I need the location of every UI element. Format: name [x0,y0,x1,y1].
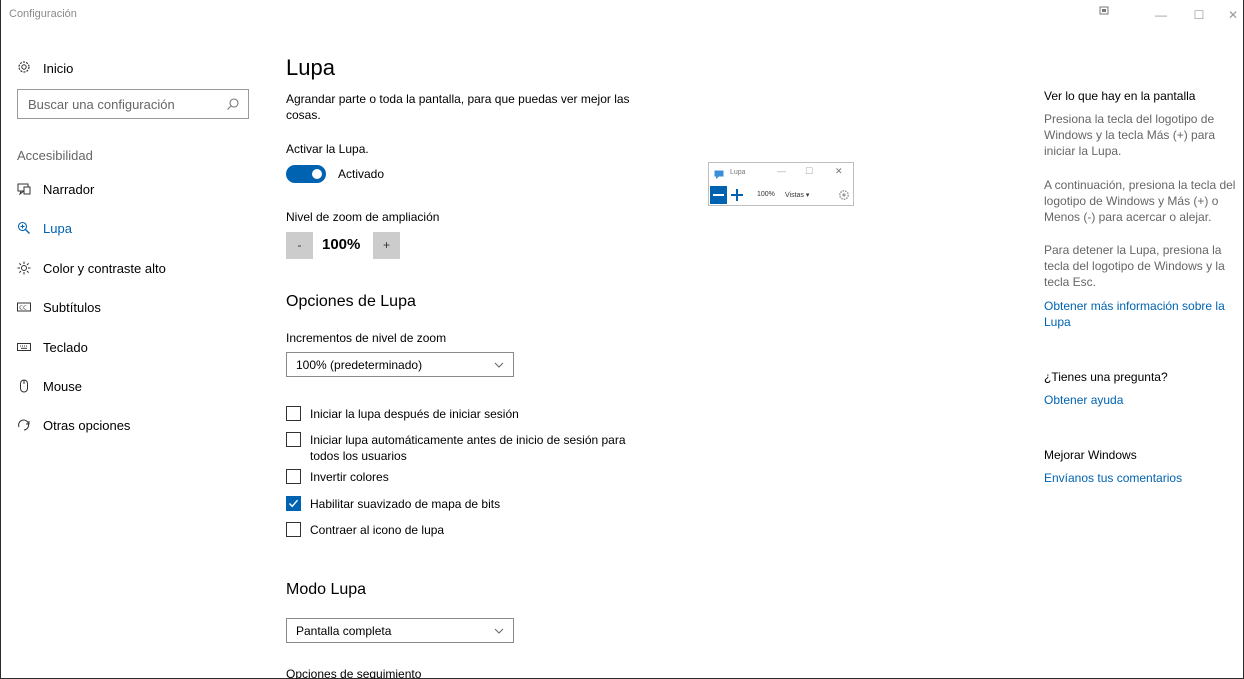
feedback-icon[interactable] [1099,4,1113,18]
sidebar-item-label: Color y contraste alto [43,260,166,276]
chevron-down-icon [493,359,505,371]
mouse-icon [17,379,31,393]
tracking-options-label: Opciones de seguimiento [286,667,422,679]
toggle-state-label: Activado [338,167,385,181]
checkbox-label: Iniciar lupa automáticamente antes de in… [310,433,626,463]
help-paragraph: A continuación, presiona la tecla del lo… [1044,178,1236,224]
nav-home[interactable]: Inicio [17,59,73,77]
checkbox-invert-colors[interactable]: Invertir colores [286,469,650,485]
sidebar-item-label: Otras opciones [43,417,131,433]
learn-more-link[interactable]: Obtener más información sobre la Lupa [1044,298,1242,330]
zoom-level-value: 100% [322,236,361,253]
toggle-knob [312,169,322,179]
chevron-down-icon [493,625,505,637]
closed-captions-icon: CC [17,300,31,314]
magnifier-title: Lupa [730,169,746,176]
sidebar-item-label: Teclado [43,339,88,355]
zoom-level-label: Nivel de zoom de ampliación [286,210,440,224]
get-help-link[interactable]: Obtener ayuda [1044,392,1242,408]
page-description: Agrandar parte o toda la pantalla, para … [286,92,630,122]
keyboard-icon [17,340,31,354]
checkbox-start-after-signin[interactable]: Iniciar la lupa después de iniciar sesió… [286,406,650,422]
settings-window: Configuración — ☐ ✕ Inicio Accesibilidad [0,0,1244,679]
zoom-in-button[interactable]: + [373,232,400,259]
mode-heading: Modo Lupa [286,581,367,598]
search-box[interactable] [17,89,249,119]
brightness-icon [17,261,31,275]
zoom-increments-label: Incrementos de nivel de zoom [286,331,447,345]
checkbox-label: Iniciar la lupa después de iniciar sesió… [310,407,519,421]
checkbox-label: Contraer al icono de lupa [310,523,445,537]
sidebar-item-mouse[interactable]: Mouse [17,376,82,396]
section-label-accessibility: Accesibilidad [17,148,93,163]
minimize-button[interactable]: — [1149,4,1173,26]
zoom-out-button[interactable]: - [286,232,313,259]
checkbox[interactable] [286,469,301,484]
sidebar-item-label: Lupa [43,220,72,236]
svg-text:CC: CC [19,305,27,311]
sidebar: Inicio Accesibilidad Narrador Lupa [1,30,263,679]
checkbox[interactable] [286,432,301,447]
help-paragraph: Para detener la Lupa, presiona la tecla … [1044,243,1225,289]
magnifier-minimize-button[interactable]: — [777,166,786,176]
magnifier-close-button[interactable]: ✕ [835,166,843,177]
sidebar-item-color-contrast[interactable]: Color y contraste alto [17,258,166,278]
magnifier-toggle[interactable] [286,165,326,183]
help-heading-improve: Mejorar Windows [1044,448,1137,462]
magnifier-zoom-value: 100% [757,191,775,198]
checkbox-label: Habilitar suavizado de mapa de bits [310,497,501,511]
sidebar-item-label: Subtítulos [43,299,101,315]
sidebar-item-magnifier[interactable]: Lupa [17,218,72,238]
search-input[interactable] [18,90,208,118]
checkbox[interactable] [286,406,301,421]
sidebar-item-label: Mouse [43,378,83,394]
sidebar-item-other-options[interactable]: Otras opciones [17,415,130,435]
sidebar-item-label: Narrador [43,181,95,197]
magnifier-zoom-in-button[interactable] [729,187,745,203]
maximize-button[interactable]: ☐ [1187,4,1211,26]
title-bar: Configuración — ☐ ✕ [1,0,1244,30]
help-paragraph: Presiona la tecla del logotipo de Window… [1044,112,1216,158]
main-content: Lupa Agrandar parte o toda la pantalla, … [286,30,906,679]
send-feedback-link[interactable]: Envíanos tus comentarios [1044,470,1242,486]
other-options-icon [17,418,31,432]
magnifier-maximize-button[interactable]: ☐ [805,166,813,177]
help-heading-screen: Ver lo que hay en la pantalla [1044,89,1196,103]
checkbox[interactable] [286,522,301,537]
checkbox-checked[interactable] [286,496,301,511]
help-heading-question: ¿Tienes una pregunta? [1044,370,1168,384]
narrator-icon [17,182,31,196]
dropdown-value: Pantalla completa [296,624,392,638]
checkbox-label: Invertir colores [310,470,389,484]
checkmark-icon [288,499,299,508]
dropdown-value: 100% (predeterminado) [296,358,423,372]
zoom-increments-dropdown[interactable]: 100% (predeterminado) [286,352,514,377]
magnifier-views-dropdown[interactable]: Vistas ▾ [785,191,809,199]
sidebar-item-captions[interactable]: CC Subtítulos [17,297,101,317]
gear-icon [17,60,31,77]
sidebar-item-narrator[interactable]: Narrador [17,179,94,199]
options-heading: Opciones de Lupa [286,293,416,310]
magnifier-app-icon [714,167,726,185]
activate-label: Activar la Lupa. [286,142,369,156]
magnifier-toolbar-window[interactable]: Lupa — ☐ ✕ 100% Vistas ▾ [708,162,854,206]
gear-icon[interactable] [838,188,850,200]
sidebar-item-keyboard[interactable]: Teclado [17,337,88,357]
magnifier-icon [17,221,31,235]
window-title: Configuración [9,8,77,20]
search-icon[interactable] [226,97,240,111]
magnifier-mode-dropdown[interactable]: Pantalla completa [286,618,514,643]
checkbox-start-before-signin[interactable]: Iniciar lupa automáticamente antes de in… [286,432,650,464]
nav-home-label: Inicio [43,60,74,76]
checkbox-bitmap-smoothing[interactable]: Habilitar suavizado de mapa de bits [286,496,650,512]
page-title: Lupa [286,55,335,80]
checkbox-collapse-to-icon[interactable]: Contraer al icono de lupa [286,522,650,538]
magnifier-zoom-out-button[interactable] [710,186,727,204]
close-button[interactable]: ✕ [1221,4,1244,26]
